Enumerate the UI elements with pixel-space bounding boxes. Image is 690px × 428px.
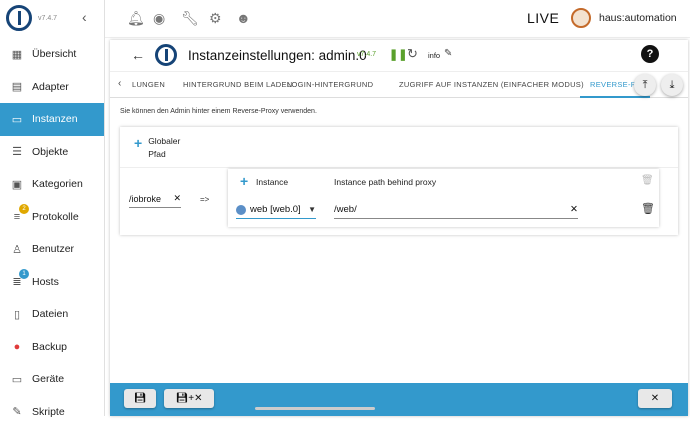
sidebar-item-label: Protokolle — [32, 211, 79, 223]
store-icon: ▤ — [10, 80, 24, 94]
upload-icon[interactable]: ⤒ — [634, 74, 656, 96]
instance-select[interactable]: web [web.0] ▼ — [236, 201, 316, 219]
sidebar: v7.4.7 ‹ ▦ Übersicht ▤ Adapter ▭ Instanzen ☰ Ob… — [0, 0, 105, 416]
sidebar-item-label: Hosts — [32, 276, 59, 288]
proxy-path-column-header: Instance path behind proxy — [334, 177, 436, 187]
global-path-label-2: Pfad — [148, 149, 166, 159]
tab-reverse-proxy[interactable]: REVERSE-P — [590, 80, 636, 89]
sidebar-item-apps[interactable]: ▦ Übersicht — [0, 38, 104, 71]
pause-icon[interactable]: ❚❚ — [389, 48, 407, 61]
global-path-header: + Globaler Pfad — [134, 135, 180, 161]
instance-column-header: Instance — [256, 177, 288, 187]
user-icon: ♙ — [10, 242, 24, 256]
sidebar-item-hosts[interactable]: ≣1Hosts — [0, 266, 104, 299]
list-icon: ☰ — [10, 145, 24, 159]
sidebar-item-log[interactable]: ≡2Protokolle — [0, 201, 104, 234]
add-global-path-icon[interactable]: + — [134, 135, 142, 151]
sidebar-item-label: Kategorien — [32, 178, 83, 190]
admin-adapter-icon — [155, 44, 177, 66]
app-version: v7.4.7 — [38, 15, 57, 22]
backup-icon: ● — [10, 340, 24, 354]
close-button[interactable]: ✕ — [638, 389, 672, 408]
settings-panel: ← Instanzeinstellungen: admin.0 v7.4.7 ❚… — [110, 40, 688, 416]
tab-bar: ‹ LUNGEN HINTERGRUND BEIM LADEN LOGIN-HI… — [110, 72, 688, 98]
categories-icon: ▣ — [10, 177, 24, 191]
sidebar-item-user[interactable]: ♙ Benutzer — [0, 233, 104, 266]
reverse-proxy-table: + Globaler Pfad /iobroke ✕ => + Instance… — [120, 127, 678, 235]
host-house-icon — [571, 8, 591, 28]
sidebar-header: v7.4.7 ‹ — [0, 0, 104, 38]
global-path-input[interactable]: /iobroke ✕ — [129, 190, 181, 208]
add-instance-icon[interactable]: + — [240, 173, 248, 189]
brain-icon[interactable]: ☻ — [236, 10, 251, 26]
chevron-left-icon[interactable]: ‹ — [82, 9, 87, 25]
wrench-icon[interactable]: 🔧︎ — [181, 10, 199, 27]
sidebar-item-backup[interactable]: ● Backup — [0, 331, 104, 364]
instances-icon: ▭ — [10, 112, 24, 126]
pencil-icon[interactable]: ✎ — [444, 48, 452, 59]
save-and-close-button[interactable]: 💾︎+✕ — [164, 389, 214, 408]
sidebar-item-list[interactable]: ☰ Objekte — [0, 136, 104, 169]
help-icon[interactable]: ? — [641, 45, 659, 63]
delete-all-icon: 🗑︎ — [641, 175, 654, 186]
apps-icon: ▦ — [10, 47, 24, 61]
instance-mapping-table: + Instance Instance path behind proxy 🗑︎… — [228, 169, 659, 227]
proxy-path-value: /web/ — [334, 204, 357, 215]
arrow-left-icon[interactable]: ← — [131, 47, 145, 63]
instance-select-value: web [web.0] — [250, 204, 301, 215]
sidebar-item-scripts[interactable]: ✎Skripte — [0, 396, 104, 428]
tab-instance-access[interactable]: ZUGRIFF AUF INSTANZEN (EINFACHER MODUS) — [399, 80, 584, 89]
eye-icon[interactable]: ◉ — [153, 10, 165, 27]
top-bar: 🔔︎ ◉ 🔧︎ ⚙ ☻ LIVE haus:automation — [105, 0, 690, 38]
sidebar-item-label: Backup — [32, 341, 67, 353]
sidebar-item-files[interactable]: ▯ Dateien — [0, 298, 104, 331]
global-path-value: /iobroke — [129, 194, 161, 204]
sidebar-item-label: Dateien — [32, 308, 68, 320]
devices-icon: ▭ — [10, 372, 24, 386]
info-label[interactable]: info — [428, 51, 440, 60]
sidebar-item-label: Benutzer — [32, 243, 74, 255]
tabs-scroll-left-icon[interactable]: ‹ — [118, 78, 121, 89]
bell-icon[interactable]: 🔔︎ — [127, 10, 145, 27]
gear-icon[interactable]: ⚙ — [209, 10, 222, 27]
panel-header: ← Instanzeinstellungen: admin.0 v7.4.7 ❚… — [110, 40, 688, 72]
delete-row-icon[interactable]: 🗑︎ — [641, 202, 655, 215]
clear-icon[interactable]: ✕ — [173, 193, 181, 204]
reload-icon[interactable]: ↻ — [407, 46, 418, 62]
caret-down-icon[interactable]: ▼ — [308, 205, 316, 214]
tab-login-background[interactable]: LOGIN-HINTERGRUND — [287, 80, 373, 89]
sidebar-item-devices[interactable]: ▭ Geräte — [0, 363, 104, 396]
notification-badge: 2 — [19, 204, 29, 214]
iobroker-logo — [6, 5, 32, 31]
bottom-toolbar: 💾︎ 💾︎+✕ ✕ — [110, 383, 688, 416]
clear-icon[interactable]: ✕ — [570, 204, 578, 215]
active-tab-indicator — [580, 96, 650, 98]
sidebar-item-label: Geräte — [32, 373, 64, 385]
sidebar-item-categories[interactable]: ▣ Kategorien — [0, 168, 104, 201]
host-name: haus:automation — [599, 12, 677, 24]
page-title: Instanzeinstellungen: admin.0 — [188, 48, 367, 63]
sidebar-item-label: Instanzen — [32, 113, 78, 125]
scroll-indicator — [255, 407, 375, 410]
divider — [120, 167, 678, 168]
sidebar-item-label: Objekte — [32, 146, 68, 158]
proxy-path-input[interactable]: /web/ ✕ — [334, 201, 578, 219]
maps-to-arrow: => — [200, 195, 209, 204]
tab-background-loading[interactable]: HINTERGRUND BEIM LADEN — [183, 80, 293, 89]
scripts-icon: ✎ — [10, 405, 24, 419]
web-adapter-icon — [236, 205, 246, 215]
live-indicator: LIVE — [527, 10, 559, 26]
download-icon[interactable]: ⤓ — [661, 74, 683, 96]
sidebar-item-instances[interactable]: ▭ Instanzen — [0, 103, 104, 136]
tab-lungen[interactable]: LUNGEN — [132, 80, 165, 89]
sidebar-item-label: Adapter — [32, 81, 69, 93]
sidebar-item-label: Übersicht — [32, 48, 76, 60]
sidebar-item-store[interactable]: ▤ Adapter — [0, 71, 104, 104]
notification-badge: 1 — [19, 269, 29, 279]
global-path-label-1: Globaler — [148, 136, 180, 146]
instance-version: v7.4.7 — [357, 51, 376, 58]
files-icon: ▯ — [10, 307, 24, 321]
description-text: Sie können den Admin hinter einem Revers… — [120, 108, 317, 115]
save-button[interactable]: 💾︎ — [124, 389, 156, 408]
